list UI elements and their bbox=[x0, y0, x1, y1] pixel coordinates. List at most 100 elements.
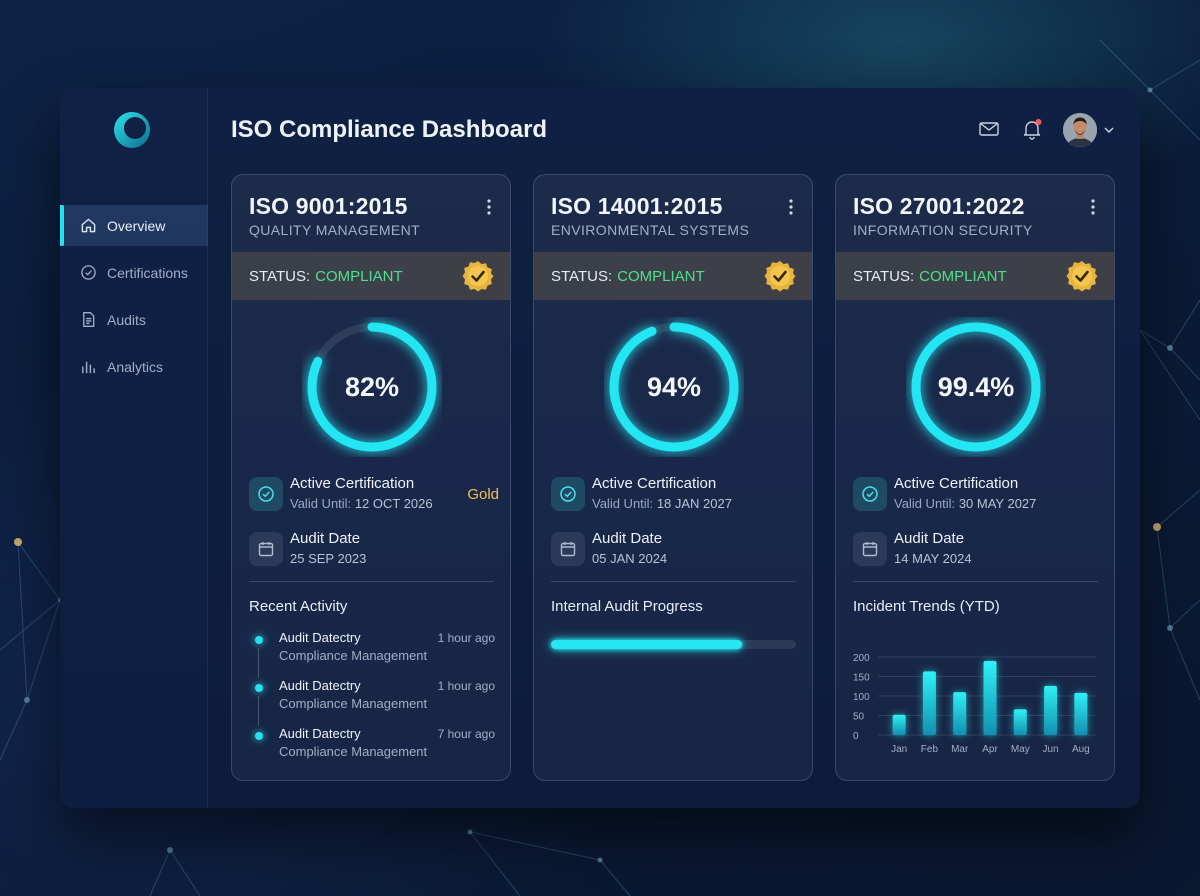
chevron-down-icon[interactable] bbox=[1103, 124, 1115, 136]
progress-fill bbox=[551, 640, 743, 649]
page-title: ISO Compliance Dashboard bbox=[231, 116, 548, 143]
section-title: Internal Audit Progress bbox=[551, 598, 703, 615]
card-title: ISO 27001:2022 bbox=[853, 193, 1025, 219]
audit-title: Audit Date bbox=[894, 530, 965, 547]
sidebar-item-certifications[interactable]: Certifications bbox=[60, 252, 208, 293]
x-tick-label: Feb bbox=[921, 744, 939, 755]
certification-title: Active Certification bbox=[894, 475, 1019, 492]
incident-trends-chart: 0 50 100 150 200 Jan Feb Mar Apr May Jun Aug bbox=[853, 653, 1096, 755]
calendar-icon-box bbox=[249, 532, 283, 566]
bar-chart-icon bbox=[82, 361, 95, 374]
divider bbox=[249, 581, 494, 582]
x-tick-label: Mar bbox=[951, 744, 969, 755]
calendar-icon-box bbox=[551, 532, 585, 566]
section-title: Incident Trends (YTD) bbox=[853, 598, 1000, 615]
y-tick-label: 100 bbox=[853, 692, 870, 703]
sidebar-item-label: Analytics bbox=[107, 358, 164, 375]
active-certification: Active Certification Valid Until: 18 JAN… bbox=[551, 475, 801, 511]
certification-tier: Gold bbox=[467, 486, 499, 503]
activity-time: 1 hour ago bbox=[437, 631, 495, 645]
card-title: ISO 14001:2015 bbox=[551, 193, 723, 219]
timeline-dot bbox=[255, 636, 263, 644]
audit-date-value: 14 MAY 2024 bbox=[894, 551, 972, 566]
bar-jan bbox=[892, 714, 906, 735]
gold-check-badge-icon bbox=[462, 261, 494, 292]
bar-may bbox=[1013, 709, 1027, 735]
activity-item[interactable]: Audit Datectry Compliance Management 7 h… bbox=[249, 726, 499, 762]
user-avatar-icon bbox=[1063, 113, 1097, 147]
more-options-icon[interactable] bbox=[486, 197, 492, 217]
divider bbox=[853, 581, 1098, 582]
internal-audit-progress-bar bbox=[551, 640, 796, 649]
activity-subtitle: Compliance Management bbox=[279, 696, 428, 711]
x-tick-label: Apr bbox=[982, 744, 998, 755]
calendar-icon bbox=[862, 542, 878, 557]
compliance-score-value: 99.4% bbox=[937, 371, 1015, 402]
certification-title: Active Certification bbox=[290, 475, 415, 492]
compliance-score-value: 82% bbox=[344, 371, 400, 402]
audit-date-value: 05 JAN 2024 bbox=[592, 551, 668, 566]
bar-aug bbox=[1074, 692, 1088, 735]
activity-title: Audit Datectry bbox=[279, 726, 361, 741]
card-title: ISO 9001:2015 bbox=[249, 193, 408, 219]
y-tick-label: 50 bbox=[853, 712, 865, 723]
activity-time: 7 hour ago bbox=[437, 727, 495, 741]
check-circle-icon bbox=[560, 486, 576, 502]
dashboard-window: Overview Certifications Audits Analytics… bbox=[60, 88, 1140, 808]
activity-title: Audit Datectry bbox=[279, 630, 361, 645]
sidebar-item-overview[interactable]: Overview bbox=[60, 205, 208, 246]
status-value: COMPLIANT bbox=[919, 267, 1007, 285]
sidebar-item-audits[interactable]: Audits bbox=[60, 299, 208, 340]
activity-item[interactable]: Audit Datectry Compliance Management 1 h… bbox=[249, 678, 499, 726]
status-value: COMPLIANT bbox=[617, 267, 705, 285]
card-subtitle: ENVIRONMENTAL SYSTEMS bbox=[551, 222, 750, 238]
bell-icon[interactable] bbox=[1021, 118, 1043, 140]
sidebar-item-label: Audits bbox=[107, 311, 146, 328]
document-icon bbox=[83, 312, 95, 327]
audit-title: Audit Date bbox=[592, 530, 663, 547]
timeline-line bbox=[258, 648, 259, 678]
activity-title: Audit Datectry bbox=[279, 678, 361, 693]
certification-valid: Valid Until: 12 OCT 2026 bbox=[290, 496, 433, 511]
activity-item[interactable]: Audit Datectry Compliance Management 1 h… bbox=[249, 630, 499, 678]
active-certification: Active Certification Valid Until: 12 OCT… bbox=[249, 475, 499, 511]
x-tick-label: Jun bbox=[1043, 744, 1059, 755]
status-bar: STATUS: COMPLIANT bbox=[836, 252, 1114, 300]
y-tick-label: 200 bbox=[853, 653, 870, 664]
x-tick-label: Jan bbox=[891, 744, 907, 755]
bar-feb bbox=[922, 671, 936, 735]
avatar[interactable] bbox=[1063, 113, 1097, 147]
calendar-icon-box bbox=[853, 532, 887, 566]
status-bar: STATUS: COMPLIANT bbox=[534, 252, 812, 300]
certification-icon-box bbox=[249, 477, 283, 511]
certification-valid: Valid Until: 30 MAY 2027 bbox=[894, 496, 1037, 511]
status-label: STATUS: bbox=[249, 267, 311, 285]
status-value: COMPLIANT bbox=[315, 267, 403, 285]
home-icon bbox=[81, 218, 96, 233]
iso-9001-card: ISO 9001:2015 QUALITY MANAGEMENT STATUS:… bbox=[231, 174, 511, 781]
mail-icon[interactable] bbox=[978, 118, 1000, 140]
calendar-icon bbox=[560, 542, 576, 557]
app-logo[interactable] bbox=[112, 110, 152, 150]
card-subtitle: INFORMATION SECURITY bbox=[853, 222, 1033, 238]
card-subtitle: QUALITY MANAGEMENT bbox=[249, 222, 421, 238]
certification-valid: Valid Until: 18 JAN 2027 bbox=[592, 496, 732, 511]
status-label: STATUS: bbox=[551, 267, 613, 285]
calendar-icon bbox=[258, 542, 274, 557]
timeline-line bbox=[258, 696, 259, 726]
audit-date: Audit Date 05 JAN 2024 bbox=[551, 530, 801, 566]
sidebar-item-analytics[interactable]: Analytics bbox=[60, 346, 208, 387]
x-tick-label: May bbox=[1011, 744, 1030, 755]
status-bar: STATUS: COMPLIANT bbox=[232, 252, 510, 300]
more-options-icon[interactable] bbox=[1090, 197, 1096, 217]
check-circle-icon bbox=[862, 486, 878, 502]
y-tick-label: 150 bbox=[853, 673, 870, 684]
check-circle-icon bbox=[81, 265, 96, 280]
more-options-icon[interactable] bbox=[788, 197, 794, 217]
sidebar-item-label: Certifications bbox=[107, 264, 188, 281]
sidebar-nav: Overview Certifications Audits Analytics bbox=[60, 205, 208, 393]
section-title: Recent Activity bbox=[249, 598, 348, 615]
certification-icon-box bbox=[853, 477, 887, 511]
divider bbox=[551, 581, 796, 582]
timeline-dot bbox=[255, 732, 263, 740]
